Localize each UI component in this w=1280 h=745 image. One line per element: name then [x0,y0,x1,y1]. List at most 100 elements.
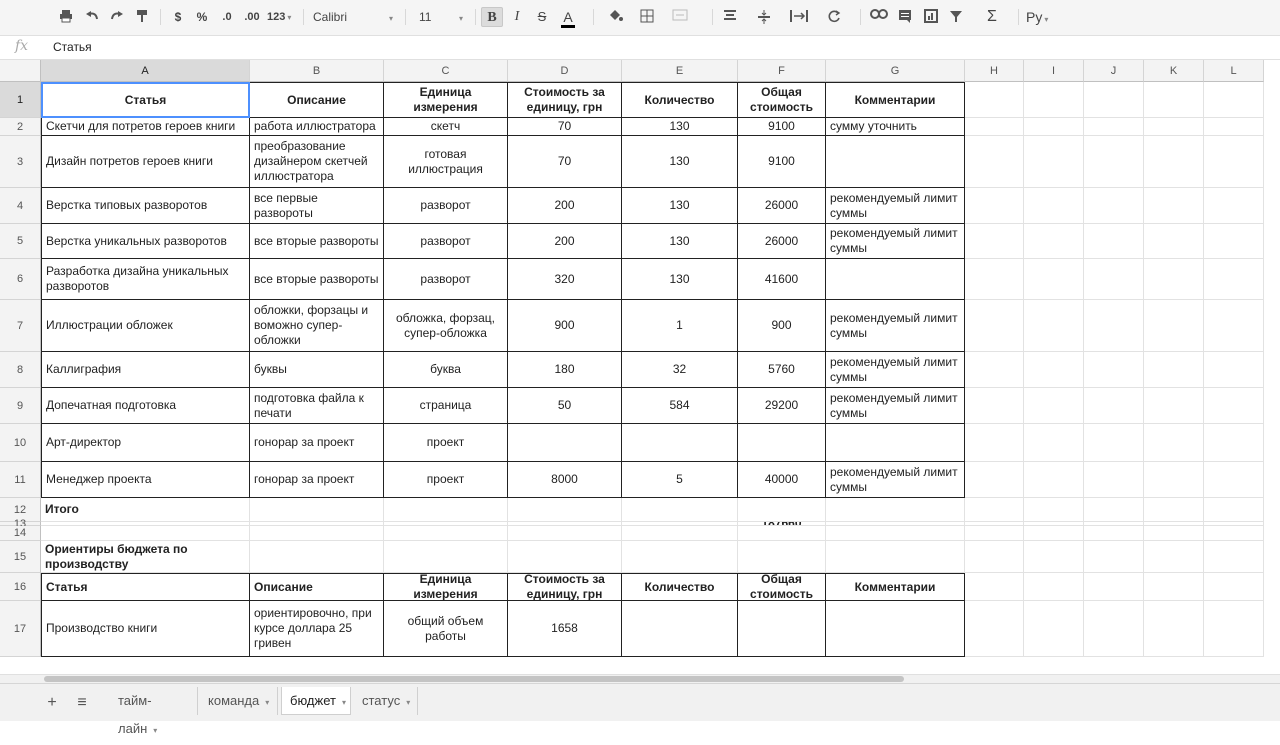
column-header[interactable]: I [1024,60,1084,82]
empty-cell[interactable] [250,526,384,541]
table-cell[interactable]: 1 [622,300,738,352]
empty-cell[interactable] [1024,259,1084,300]
table-cell[interactable]: 1658 [508,601,622,657]
empty-cell[interactable] [250,541,384,573]
empty-cell[interactable] [1144,498,1204,522]
empty-cell[interactable] [965,118,1024,136]
empty-cell[interactable] [1204,224,1264,259]
insert-comment-icon[interactable] [895,7,915,27]
table-cell[interactable]: 9100 [738,118,826,136]
header-cell[interactable]: Единица измерения [384,573,508,601]
empty-cell[interactable] [1144,424,1204,462]
table-cell[interactable]: Верстка уникальных разворотов [41,224,250,259]
header-cell[interactable]: Единица измерения [384,82,508,118]
table-cell[interactable]: Разработка дизайна уникальных разворотов [41,259,250,300]
column-header[interactable]: A [41,60,250,82]
increase-decimals-button[interactable]: .00 [240,7,264,27]
table-cell[interactable]: рекомендуемый лимит суммы [826,462,965,498]
table-cell[interactable] [622,424,738,462]
empty-cell[interactable] [250,498,384,522]
empty-cell[interactable] [965,424,1024,462]
table-cell[interactable]: все вторые развороты [250,224,384,259]
table-cell[interactable]: 200 [508,188,622,224]
empty-cell[interactable] [1144,188,1204,224]
table-cell[interactable]: Арт-директор [41,424,250,462]
insert-link-icon[interactable] [868,7,890,27]
row-header[interactable]: 6 [0,259,41,300]
empty-cell[interactable] [1144,388,1204,424]
all-sheets-button[interactable]: ≡ [72,692,92,714]
empty-cell[interactable] [826,526,965,541]
empty-cell[interactable] [738,498,826,522]
empty-cell[interactable] [1024,462,1084,498]
table-cell[interactable]: разворот [384,224,508,259]
empty-cell[interactable] [622,498,738,522]
text-wrap-icon[interactable] [788,7,810,27]
table-cell[interactable]: 130 [622,136,738,188]
header-cell[interactable]: Статья [41,82,250,118]
empty-cell[interactable] [1204,82,1264,118]
table-cell[interactable]: 8000 [508,462,622,498]
empty-cell[interactable] [1144,300,1204,352]
empty-cell[interactable] [1144,136,1204,188]
add-sheet-button[interactable]: + [42,692,62,714]
table-cell[interactable]: рекомендуемый лимит суммы [826,224,965,259]
empty-cell[interactable] [1024,541,1084,573]
table-cell[interactable]: проект [384,462,508,498]
table-cell[interactable]: Каллиграфия [41,352,250,388]
sheet-tab[interactable]: бюджет ▾ [281,687,351,715]
empty-cell[interactable] [1204,259,1264,300]
print-icon[interactable] [56,7,76,27]
input-tools-icon[interactable]: Ру ▾ [1026,7,1062,27]
table-cell[interactable]: 32 [622,352,738,388]
table-cell[interactable] [826,136,965,188]
table-cell[interactable]: 70 [508,118,622,136]
row-header[interactable]: 15 [0,541,41,573]
empty-cell[interactable] [1144,541,1204,573]
total-label[interactable]: Итого [41,498,250,522]
table-cell[interactable]: все первые развороты [250,188,384,224]
empty-cell[interactable] [965,259,1024,300]
empty-cell[interactable] [1024,388,1084,424]
empty-cell[interactable] [965,388,1024,424]
table-cell[interactable]: общий объем работы [384,601,508,657]
empty-cell[interactable] [826,498,965,522]
table-cell[interactable]: 40000 [738,462,826,498]
empty-cell[interactable] [1024,300,1084,352]
table-cell[interactable]: буква [384,352,508,388]
empty-cell[interactable] [384,498,508,522]
sheet-tab[interactable]: тайм-лайн ▾ [110,687,198,736]
empty-cell[interactable] [1024,118,1084,136]
table-cell[interactable]: рекомендуемый лимит суммы [826,352,965,388]
table-cell[interactable]: 900 [738,300,826,352]
table-cell[interactable]: Скетчи для потретов героев книги [41,118,250,136]
empty-cell[interactable] [1204,498,1264,522]
header-cell[interactable]: Стоимость за единицу, грн [508,573,622,601]
empty-cell[interactable] [965,352,1024,388]
empty-cell[interactable] [1204,388,1264,424]
empty-cell[interactable] [1144,82,1204,118]
header-cell[interactable]: Описание [250,82,384,118]
empty-cell[interactable] [965,136,1024,188]
row-header[interactable]: 9 [0,388,41,424]
number-format-dropdown[interactable]: 123 ▾ [267,7,299,27]
vertical-align-icon[interactable] [754,7,774,27]
table-cell[interactable]: разворот [384,259,508,300]
table-cell[interactable]: готовая иллюстрация [384,136,508,188]
fill-color-icon[interactable] [603,7,627,27]
bold-icon[interactable]: B [481,7,503,27]
sheet-tab[interactable]: команда ▾ [200,687,278,715]
empty-cell[interactable] [1084,224,1144,259]
empty-cell[interactable] [1084,462,1144,498]
header-cell[interactable]: Описание [250,573,384,601]
header-cell[interactable]: Комментарии [826,573,965,601]
table-cell[interactable] [622,601,738,657]
table-cell[interactable]: скетч [384,118,508,136]
table-cell[interactable]: ориентировочно, при курсе доллара 25 гри… [250,601,384,657]
empty-cell[interactable] [1204,118,1264,136]
row-header[interactable]: 16 [0,573,41,601]
column-header[interactable]: C [384,60,508,82]
column-header[interactable]: K [1144,60,1204,82]
table-cell[interactable]: Верстка типовых разворотов [41,188,250,224]
empty-cell[interactable] [1024,424,1084,462]
